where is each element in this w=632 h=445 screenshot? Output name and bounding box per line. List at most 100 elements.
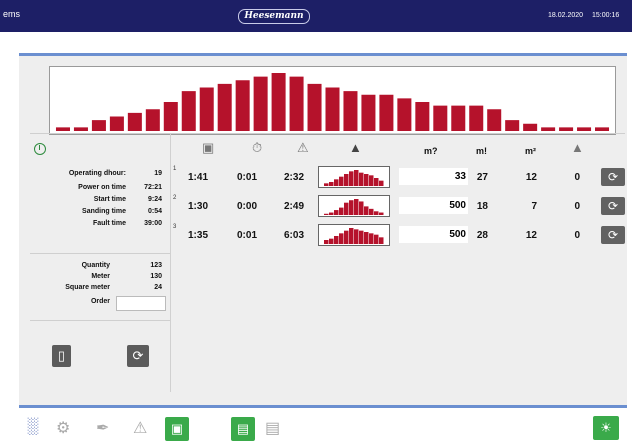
row-number: 2 (173, 195, 177, 201)
chart-bar (127, 112, 142, 131)
row-cell: 0 (574, 201, 580, 212)
reset-button[interactable]: ⟳ (127, 345, 149, 367)
sparkline-bar (354, 199, 359, 215)
sparkline-bar (379, 237, 384, 244)
sparkline-bar (359, 172, 364, 186)
row-reset-button[interactable]: ⟳ (601, 168, 625, 186)
sparkline-bar (364, 206, 369, 215)
production-chart (49, 66, 616, 135)
start-time-value: 9:24 (147, 196, 162, 203)
sanding-time-label: Sanding time (82, 208, 126, 215)
row-cell: 2:49 (284, 201, 305, 212)
conveyor-icon: ▤ (236, 421, 250, 436)
refresh-icon: ⟳ (607, 170, 619, 184)
row-cell: 1:30 (188, 201, 209, 212)
light-button[interactable]: ☀ (593, 416, 619, 440)
chart-bar (361, 94, 376, 131)
sparkline-bar (334, 236, 339, 244)
chart-bar (235, 80, 250, 131)
brush-unit-icon[interactable]: ▤ (265, 418, 280, 438)
sparkline-bar (334, 210, 339, 215)
sanding-unit-icon: ▣ (170, 421, 184, 436)
refresh-icon: ⟳ (607, 228, 619, 242)
warning-nav-icon[interactable]: ⚠ (133, 418, 147, 438)
bottom-nav-bar (0, 405, 632, 445)
power-on-label: Power on time (78, 184, 126, 191)
sparkline-bar (334, 179, 339, 186)
lamp-button[interactable]: ▯ (52, 345, 71, 367)
chart-bar (325, 87, 340, 131)
sparkline-bar (324, 240, 329, 244)
conveyor-button[interactable]: ▤ (231, 417, 255, 441)
quantity-label: Quantity (81, 262, 110, 269)
start-time-label: Start time (93, 196, 126, 203)
chart-bar (253, 76, 268, 131)
sparkline-bar (374, 211, 379, 215)
production-chart-svg (55, 73, 610, 131)
row-cell: 1:41 (188, 172, 209, 183)
clock-icon (34, 143, 46, 155)
row-cell: 1:35 (188, 230, 209, 241)
sparkline-bar (369, 175, 374, 186)
sparkline-bar (329, 238, 334, 244)
chart-bar (55, 127, 70, 131)
row-cell: 28 (476, 230, 488, 241)
sanding-unit-button[interactable]: ▣ (165, 417, 189, 441)
header-col-m3: m² (525, 146, 536, 156)
chart-bar (343, 91, 358, 131)
sanding-time-value: 0:54 (147, 208, 162, 215)
sparkline-bar (364, 174, 369, 186)
chart-bar (289, 76, 304, 131)
row-cell: 0:01 (237, 230, 258, 241)
row-value-box[interactable]: 500 (399, 226, 468, 243)
sparkline-bar (349, 171, 354, 186)
sparkline-bar (359, 230, 364, 244)
chart-bar (523, 123, 538, 131)
belt-icon: ▲ (349, 140, 362, 155)
row-value-box[interactable]: 33 (399, 168, 468, 185)
chart-bar (541, 127, 556, 131)
header-col-m2: m! (476, 146, 487, 156)
brand-logo: Heesemann (238, 9, 310, 24)
row-reset-button[interactable]: ⟳ (601, 197, 625, 215)
chart-bar (217, 83, 232, 131)
row-cell: 12 (525, 172, 537, 183)
refresh-icon: ⟳ (132, 348, 144, 363)
row-reset-button[interactable]: ⟳ (601, 226, 625, 244)
statistics-nav-icon[interactable]: ░ (27, 418, 38, 436)
quantity-value: 123 (150, 262, 162, 269)
sparkline-bar (344, 230, 349, 244)
sparkline-bar (329, 182, 334, 186)
row-cell: 12 (525, 230, 537, 241)
lightbulb-icon: ☀ (600, 420, 612, 435)
chart-bar (577, 127, 592, 131)
chart-bar (73, 127, 88, 131)
order-input[interactable] (116, 296, 166, 311)
fault-time-value: 39:00 (144, 220, 162, 227)
chart-bar (397, 98, 412, 131)
fault-time-label: Fault time (92, 220, 126, 227)
row-value-box[interactable]: 500 (399, 197, 468, 214)
row-cell: 0 (574, 230, 580, 241)
chart-bar (109, 116, 124, 131)
sparkline-bar (339, 176, 344, 186)
date-display: 18.02.2020 (548, 12, 584, 19)
sparkline-bar (374, 234, 379, 244)
row-cell: 7 (531, 201, 537, 212)
chart-bar (433, 105, 448, 131)
refresh-icon: ⟳ (607, 199, 619, 213)
settings-nav-icon[interactable]: ⚙ (56, 418, 70, 438)
header-col-m1: m? (424, 146, 438, 156)
sanding-unit-icon: ▣ (202, 140, 215, 155)
chart-bar (451, 105, 466, 131)
sparkline-bar (379, 212, 384, 215)
square-meter-label: Square meter (65, 284, 110, 291)
wrench-nav-icon[interactable]: ✒ (96, 418, 109, 438)
sparkline-bar (369, 233, 374, 244)
app-name: ems (3, 9, 21, 19)
chart-bar (163, 102, 178, 131)
sparkline-bar (349, 200, 354, 215)
sparkline-bar (364, 232, 369, 244)
operating-value: 19 (154, 170, 162, 177)
chart-bar (199, 87, 214, 131)
